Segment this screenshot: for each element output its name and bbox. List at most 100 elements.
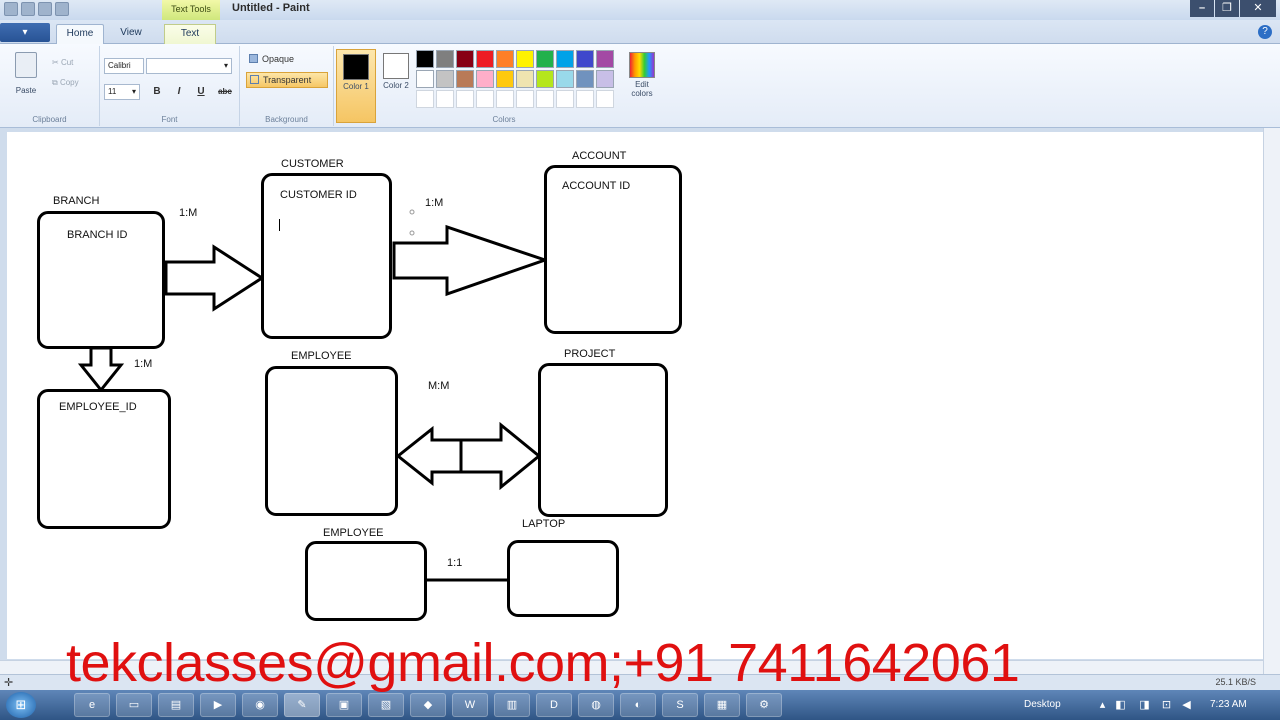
chevron-up-icon[interactable]: ▴ xyxy=(1096,699,1109,712)
taskbar-app-icon[interactable]: ▧ xyxy=(368,693,404,717)
bold-button[interactable]: B xyxy=(150,85,164,99)
tab-view[interactable]: View xyxy=(108,24,154,44)
italic-button[interactable]: I xyxy=(172,85,186,99)
taskbar-app-icon[interactable]: ▣ xyxy=(326,693,362,717)
minimize-button[interactable]: – xyxy=(1190,0,1214,17)
desktop-toolbar[interactable]: Desktop xyxy=(1024,699,1061,710)
project-title: PROJECT xyxy=(564,348,616,360)
redo-icon[interactable] xyxy=(55,2,69,16)
network-icon[interactable]: ⊡ xyxy=(1160,699,1173,712)
palette-swatch[interactable] xyxy=(436,70,454,88)
palette-swatch[interactable] xyxy=(516,50,534,68)
palette-swatch[interactable] xyxy=(456,90,474,108)
clock[interactable]: 7:23 AM xyxy=(1210,699,1247,710)
quick-access-toolbar[interactable] xyxy=(4,2,69,16)
palette-swatch[interactable] xyxy=(596,50,614,68)
undo-icon[interactable] xyxy=(38,2,52,16)
palette-swatch[interactable] xyxy=(476,50,494,68)
palette-swatch[interactable] xyxy=(416,70,434,88)
palette-swatch[interactable] xyxy=(476,70,494,88)
palette-swatch[interactable] xyxy=(456,70,474,88)
arrow-customer-account xyxy=(392,224,550,297)
employee2-entity xyxy=(305,541,427,621)
transparent-option[interactable]: Transparent xyxy=(246,72,328,88)
color-wheel-icon xyxy=(629,52,655,78)
taskbar-folder-icon[interactable]: ▤ xyxy=(158,693,194,717)
cut-button[interactable]: ✂ Cut xyxy=(52,52,73,70)
underline-button[interactable]: U xyxy=(194,85,208,99)
contextual-tab-label: Text Tools xyxy=(162,0,220,20)
taskbar-app-icon[interactable]: ◐ xyxy=(620,693,656,717)
taskbar-paint-icon[interactable]: ✎ xyxy=(284,693,320,717)
palette-swatch[interactable] xyxy=(576,70,594,88)
color2-swatch xyxy=(383,53,409,79)
palette-swatch[interactable] xyxy=(536,90,554,108)
palette-swatch[interactable] xyxy=(556,90,574,108)
copy-button[interactable]: ⧉ Copy xyxy=(52,72,79,90)
customer-title: CUSTOMER xyxy=(281,158,344,170)
volume-icon[interactable]: ◀ xyxy=(1180,699,1193,712)
rel-employee-project: M:M xyxy=(428,380,450,392)
taskbar-app-icon[interactable]: ◆ xyxy=(410,693,446,717)
tab-home[interactable]: Home xyxy=(56,24,104,44)
taskbar-app-icon[interactable]: ▥ xyxy=(494,693,530,717)
palette-swatch[interactable] xyxy=(596,90,614,108)
taskbar-app-icon[interactable]: ◍ xyxy=(578,693,614,717)
tray-app-icon[interactable]: ◨ xyxy=(1138,699,1151,712)
help-icon[interactable]: ? xyxy=(1258,25,1272,39)
palette-swatch[interactable] xyxy=(436,90,454,108)
palette-swatch[interactable] xyxy=(436,50,454,68)
font-family-select[interactable]: Calibri xyxy=(104,58,144,74)
paint-menu-button[interactable]: ▾ xyxy=(0,23,50,42)
tab-text[interactable]: Text xyxy=(164,24,216,44)
taskbar-explorer-icon[interactable]: ▭ xyxy=(116,693,152,717)
color1-label: Color 1 xyxy=(343,82,369,91)
drawing-canvas[interactable]: BRANCH BRANCH ID CUSTOMER CUSTOMER ID AC… xyxy=(7,132,1263,659)
opaque-label: Opaque xyxy=(262,54,295,64)
tray-app-icon[interactable]: ◧ xyxy=(1114,699,1127,712)
close-button[interactable]: ✕ xyxy=(1240,0,1276,17)
palette-swatch[interactable] xyxy=(496,50,514,68)
palette-swatch[interactable] xyxy=(536,50,554,68)
palette-swatch[interactable] xyxy=(416,90,434,108)
palette-swatch[interactable] xyxy=(576,50,594,68)
taskbar-word-icon[interactable]: W xyxy=(452,693,488,717)
title-bar: Text Tools Untitled - Paint – ❐ ✕ xyxy=(0,0,1280,20)
vertical-scrollbar[interactable] xyxy=(1263,128,1280,674)
taskbar-ie-icon[interactable]: e xyxy=(74,693,110,717)
strikethrough-button[interactable]: abc xyxy=(214,85,236,99)
palette-swatch[interactable] xyxy=(456,50,474,68)
palette-swatch[interactable] xyxy=(476,90,494,108)
palette-swatch[interactable] xyxy=(416,50,434,68)
taskbar-media-icon[interactable]: ▶ xyxy=(200,693,236,717)
taskbar-app-icon[interactable]: ▦ xyxy=(704,693,740,717)
maximize-button[interactable]: ❐ xyxy=(1215,0,1239,17)
palette-swatch[interactable] xyxy=(516,90,534,108)
palette-swatch[interactable] xyxy=(536,70,554,88)
font-size-select[interactable]: 11 ▾ xyxy=(104,84,140,100)
taskbar-app-icon[interactable]: ⚙ xyxy=(746,693,782,717)
paste-button[interactable]: Paste xyxy=(10,50,42,102)
start-button[interactable]: ⊞ xyxy=(6,692,36,718)
taskbar-app-icon[interactable]: D xyxy=(536,693,572,717)
app-icon[interactable] xyxy=(4,2,18,16)
text-cursor xyxy=(279,219,280,231)
edit-colors-button[interactable]: Edit colors xyxy=(624,50,660,110)
palette-swatch[interactable] xyxy=(496,70,514,88)
palette-swatch[interactable] xyxy=(496,90,514,108)
colors-group-label: Colors xyxy=(492,115,516,124)
palette-swatch[interactable] xyxy=(556,70,574,88)
opaque-option[interactable]: Opaque xyxy=(246,52,328,68)
watermark-text: tekclasses@gmail.com;+91 7411642061 xyxy=(66,633,1020,693)
font-family-dropdown[interactable]: ▾ xyxy=(146,58,232,74)
palette-swatch[interactable] xyxy=(556,50,574,68)
color1-swatch xyxy=(343,54,369,80)
color2-button[interactable]: Color 2 xyxy=(376,49,416,123)
taskbar-app-icon[interactable]: S xyxy=(662,693,698,717)
save-icon[interactable] xyxy=(21,2,35,16)
taskbar-chrome-icon[interactable]: ◉ xyxy=(242,693,278,717)
palette-swatch[interactable] xyxy=(596,70,614,88)
palette-swatch[interactable] xyxy=(516,70,534,88)
color1-button[interactable]: Color 1 xyxy=(336,49,376,123)
palette-swatch[interactable] xyxy=(576,90,594,108)
